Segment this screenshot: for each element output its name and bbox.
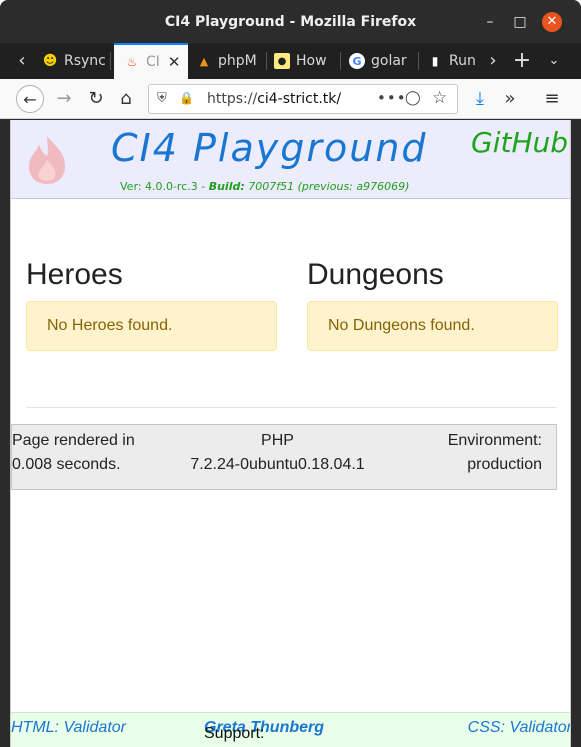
lightbulb-icon: ● bbox=[274, 53, 290, 69]
render-time-label: Page rendered in bbox=[12, 432, 135, 449]
css-validator-link[interactable]: CSS: Validator bbox=[468, 719, 570, 737]
phpmyadmin-icon: ▲ bbox=[199, 54, 209, 68]
address-bar[interactable]: ⛨ 🔒 https://ci4-strict.tk/ ••• ◯ ☆ bbox=[148, 84, 458, 114]
scroll-tabs-right-button[interactable]: › bbox=[481, 43, 505, 79]
codeigniter-icon: ♨ bbox=[126, 55, 138, 69]
document-icon: ▮ bbox=[431, 54, 439, 68]
home-button[interactable]: ⌂ bbox=[112, 85, 140, 113]
dungeons-heading: Dungeons bbox=[307, 258, 444, 291]
tab-rsync[interactable]: ☻ Rsync bbox=[42, 43, 106, 79]
support-text: Support: Greta Thunberg bbox=[204, 719, 324, 742]
divider bbox=[26, 407, 556, 408]
php-version: PHP 7.2.24-0ubuntu0.18.04.1 bbox=[190, 429, 365, 477]
navigation-toolbar: ← → ↻ ⌂ ⛨ 🔒 https://ci4-strict.tk/ ••• ◯… bbox=[0, 79, 581, 119]
php-version-value: 7.2.24-0ubuntu0.18.04.1 bbox=[190, 456, 365, 473]
tab-ci4-playground[interactable]: ♨ CI ✕ bbox=[114, 43, 188, 79]
overflow-menu-icon[interactable]: » bbox=[496, 85, 524, 113]
page-footer: Page rendered in 0.008 seconds. PHP 7.2.… bbox=[11, 424, 557, 490]
tab-label: Rsync bbox=[64, 53, 106, 69]
forward-button[interactable]: → bbox=[50, 85, 78, 113]
build-label: Build: bbox=[208, 180, 245, 193]
shield-icon[interactable]: ⛨ bbox=[157, 91, 167, 106]
close-tab-icon[interactable]: ✕ bbox=[168, 53, 181, 71]
page-actions-icon[interactable]: ••• bbox=[377, 89, 407, 107]
version-text: Ver: 4.0.0-rc.3 - bbox=[120, 180, 209, 193]
tab-phpmyadmin[interactable]: ▲ phpM bbox=[196, 43, 258, 79]
render-time-value: 0.008 seconds. bbox=[12, 456, 121, 473]
environment-label: Environment: bbox=[447, 432, 542, 449]
tab-label: How bbox=[296, 53, 327, 69]
previous-build: (previous: a976069) bbox=[297, 180, 410, 193]
google-icon: G bbox=[349, 53, 365, 69]
bookmark-star-icon[interactable]: ☆ bbox=[432, 88, 447, 108]
php-label: PHP bbox=[261, 432, 294, 449]
back-button[interactable]: ← bbox=[16, 85, 44, 113]
site-header: CI4 Playground GitHub Ver: 4.0.0-rc.3 - … bbox=[11, 120, 570, 199]
page-content: CI4 Playground GitHub Ver: 4.0.0-rc.3 - … bbox=[10, 120, 571, 747]
tab-golang[interactable]: G golar bbox=[349, 43, 411, 79]
lock-icon[interactable]: 🔒 bbox=[179, 91, 194, 105]
url-scheme: https:// bbox=[207, 91, 258, 107]
tab-label: golar bbox=[371, 53, 407, 69]
build-value: 7007f51 bbox=[244, 180, 298, 193]
codeigniter-flame-icon bbox=[29, 136, 65, 184]
html-validator-link[interactable]: HTML: Validator bbox=[11, 719, 126, 737]
support-label: Support: bbox=[204, 725, 265, 742]
bottom-bar: HTML: Validator Support: Greta Thunberg … bbox=[11, 712, 570, 747]
tab-how[interactable]: ● How bbox=[274, 43, 334, 79]
pocket-icon[interactable]: ◯ bbox=[405, 90, 421, 106]
environment-value: production bbox=[467, 456, 542, 473]
tab-label: phpM bbox=[218, 53, 257, 69]
maximize-button[interactable]: □ bbox=[511, 13, 529, 31]
github-link[interactable]: GitHub bbox=[471, 126, 568, 159]
close-window-button[interactable]: ✕ bbox=[542, 12, 562, 32]
downloads-icon[interactable]: ⤓ bbox=[466, 85, 494, 113]
tab-strip: ‹ ☻ Rsync ♨ CI ✕ ▲ phpM ● How G golar ▮ … bbox=[0, 43, 581, 79]
url-host: ci4-strict.tk/ bbox=[257, 91, 342, 107]
hamburger-menu-icon[interactable]: ≡ bbox=[538, 85, 566, 113]
scroll-tabs-left-button[interactable]: ‹ bbox=[10, 43, 34, 79]
environment: Environment: production bbox=[448, 429, 542, 477]
reload-button[interactable]: ↻ bbox=[82, 85, 110, 113]
tab-label: Run bbox=[449, 53, 476, 69]
version-info: Ver: 4.0.0-rc.3 - Build: 7007f51 (previo… bbox=[120, 180, 409, 193]
new-tab-button[interactable]: + bbox=[510, 43, 534, 79]
render-time: Page rendered in 0.008 seconds. bbox=[12, 429, 135, 477]
site-title[interactable]: CI4 Playground bbox=[111, 126, 428, 170]
tab-run[interactable]: ▮ Run bbox=[427, 43, 477, 79]
heroes-heading: Heroes bbox=[26, 258, 123, 291]
smiley-icon: ☻ bbox=[42, 53, 58, 69]
browser-window: CI4 Playground - Mozilla Firefox – □ ✕ ‹… bbox=[0, 0, 581, 747]
list-all-tabs-button[interactable]: ⌄ bbox=[542, 43, 566, 79]
title-bar: CI4 Playground - Mozilla Firefox – □ ✕ bbox=[0, 0, 581, 43]
url-text[interactable]: https://ci4-strict.tk/ bbox=[207, 91, 341, 107]
dungeons-empty-alert: No Dungeons found. bbox=[307, 301, 558, 351]
heroes-empty-alert: No Heroes found. bbox=[26, 301, 277, 351]
minimize-button[interactable]: – bbox=[481, 13, 499, 31]
tab-label: CI bbox=[146, 54, 160, 70]
